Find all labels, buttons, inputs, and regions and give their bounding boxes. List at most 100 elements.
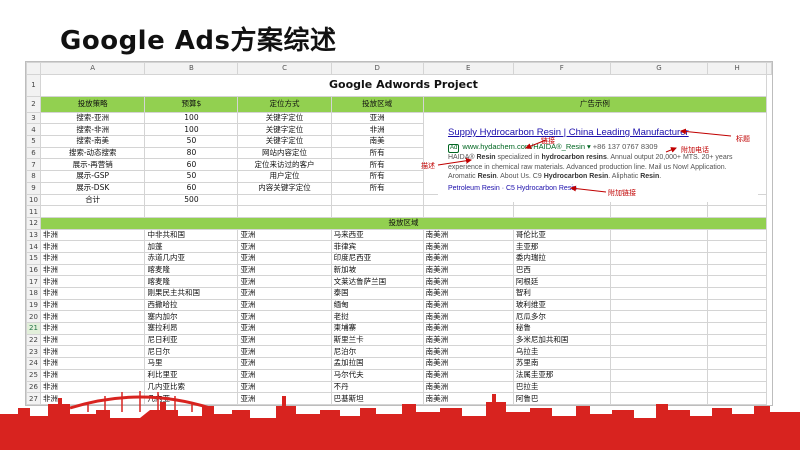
row-header[interactable]: 19	[26, 298, 41, 312]
table-cell[interactable]: 关键字定位	[237, 135, 332, 148]
table-cell[interactable]	[707, 228, 767, 242]
row-header[interactable]: 13	[26, 228, 41, 242]
table-cell[interactable]	[609, 287, 709, 300]
table-cell[interactable]: 刚果民主共和国	[144, 287, 239, 300]
column-header[interactable]: B	[144, 62, 239, 75]
table-cell[interactable]: 智利	[512, 287, 611, 300]
table-cell[interactable]	[237, 205, 332, 218]
table-cell[interactable]	[144, 205, 239, 218]
column-header[interactable]: C	[237, 62, 332, 75]
table-cell[interactable]: 网站内容定位	[237, 146, 332, 160]
table-cell[interactable]: 搜索-非洲	[39, 123, 146, 137]
table-cell[interactable]: 尼日利亚	[144, 333, 239, 347]
table-cell[interactable]: 新加坡	[330, 263, 424, 277]
table-cell[interactable]	[609, 310, 709, 324]
table-cell[interactable]: 塞内加尔	[144, 310, 239, 324]
table-cell[interactable]: 非洲	[39, 287, 146, 300]
table-cell[interactable]	[707, 357, 767, 370]
row-header[interactable]: 21	[26, 322, 41, 335]
table-cell[interactable]: 南美洲	[422, 345, 514, 359]
table-cell[interactable]: 南美洲	[422, 322, 514, 335]
table-cell[interactable]: 马来西亚	[330, 228, 424, 242]
row-header[interactable]: 16	[26, 263, 41, 277]
table-cell[interactable]	[512, 205, 611, 218]
table-cell[interactable]: 孟加拉国	[330, 357, 424, 370]
table-cell[interactable]: 所有	[330, 146, 424, 160]
table-cell[interactable]: 柬埔寨	[330, 322, 424, 335]
table-cell[interactable]: 亚洲	[237, 287, 332, 300]
table-cell[interactable]: 中非共和国	[144, 228, 239, 242]
table-cell[interactable]: 南美	[330, 135, 424, 148]
table-cell[interactable]: 亚洲	[237, 298, 332, 312]
column-header[interactable]: H	[707, 62, 767, 75]
table-cell[interactable]: 亚洲	[237, 251, 332, 265]
table-cell[interactable]: 80	[144, 146, 239, 160]
table-cell[interactable]	[609, 333, 709, 347]
row-header[interactable]: 7	[26, 158, 41, 172]
table-cell[interactable]: 非洲	[330, 123, 424, 137]
column-header[interactable]: G	[609, 62, 709, 75]
table-cell[interactable]: 南美洲	[422, 275, 514, 288]
table-cell[interactable]	[39, 205, 146, 218]
table-cell[interactable]: 南美洲	[422, 240, 514, 253]
table-cell[interactable]: 喀麦隆	[144, 275, 239, 288]
table-cell[interactable]: 多米尼加共和国	[512, 333, 611, 347]
table-cell[interactable]: 50	[144, 170, 239, 183]
table-cell[interactable]: 60	[144, 181, 239, 195]
table-cell[interactable]	[609, 322, 709, 335]
table-cell[interactable]: 非洲	[39, 333, 146, 347]
table-cell[interactable]: 关键字定位	[237, 111, 332, 125]
table-cell[interactable]: 定位来访过的客户	[237, 158, 332, 172]
table-cell[interactable]: 所有	[330, 170, 424, 183]
table-cell[interactable]: 亚洲	[237, 263, 332, 277]
table-cell[interactable]: 秘鲁	[512, 322, 611, 335]
column-header[interactable]: D	[330, 62, 424, 75]
table-cell[interactable]: 用户定位	[237, 170, 332, 183]
table-cell[interactable]: 加蓬	[144, 240, 239, 253]
table-cell[interactable]: 内容关键字定位	[237, 181, 332, 195]
ad-headline[interactable]: Supply Hydrocarbon Resin | China Leading…	[448, 127, 689, 138]
table-cell[interactable]	[707, 298, 767, 312]
table-cell[interactable]: 搜索-动态搜索	[39, 146, 146, 160]
table-cell[interactable]: 关键字定位	[237, 123, 332, 137]
table-cell[interactable]	[422, 205, 514, 218]
table-cell[interactable]: 所有	[330, 181, 424, 195]
table-cell[interactable]: 喀麦隆	[144, 263, 239, 277]
column-header[interactable]: F	[512, 62, 611, 75]
row-header[interactable]: 20	[26, 310, 41, 324]
row-header[interactable]: 3	[26, 111, 41, 125]
table-cell[interactable]	[707, 310, 767, 324]
table-cell[interactable]	[330, 205, 424, 218]
table-cell[interactable]: 南美洲	[422, 357, 514, 370]
table-cell[interactable]: 南美洲	[422, 251, 514, 265]
table-cell[interactable]: 苏里南	[512, 357, 611, 370]
table-cell[interactable]: 非洲	[39, 251, 146, 265]
table-cell[interactable]: 非洲	[39, 275, 146, 288]
table-cell[interactable]: 展示-GSP	[39, 170, 146, 183]
table-cell[interactable]: 所有	[330, 158, 424, 172]
ad-sitelinks[interactable]: Petroleum Resin · C5 Hydrocarbon Resin	[448, 185, 577, 192]
table-cell[interactable]	[609, 298, 709, 312]
table-cell[interactable]: 委内瑞拉	[512, 251, 611, 265]
table-cell[interactable]	[330, 193, 424, 207]
table-cell[interactable]: 非洲	[39, 240, 146, 253]
table-cell[interactable]: 亚洲	[237, 275, 332, 288]
table-cell[interactable]: 亚洲	[237, 310, 332, 324]
table-cell[interactable]	[707, 240, 767, 253]
table-cell[interactable]: 南美洲	[422, 263, 514, 277]
table-cell[interactable]: 塞拉利昂	[144, 322, 239, 335]
table-cell[interactable]: 印度尼西亚	[330, 251, 424, 265]
table-cell[interactable]: 展示-再营销	[39, 158, 146, 172]
row-header[interactable]: 1	[26, 73, 41, 97]
table-cell[interactable]: 南美洲	[422, 310, 514, 324]
table-cell[interactable]: 50	[144, 135, 239, 148]
table-cell[interactable]: 搜索-亚洲	[39, 111, 146, 125]
table-cell[interactable]: 赤道几内亚	[144, 251, 239, 265]
total-label[interactable]: 合计	[39, 193, 146, 207]
table-cell[interactable]: 尼日尔	[144, 345, 239, 359]
table-cell[interactable]: 亚洲	[237, 357, 332, 370]
table-cell[interactable]: 非洲	[39, 357, 146, 370]
row-header[interactable]: 23	[26, 345, 41, 359]
table-cell[interactable]: 泰国	[330, 287, 424, 300]
table-cell[interactable]: 文莱达鲁萨兰国	[330, 275, 424, 288]
